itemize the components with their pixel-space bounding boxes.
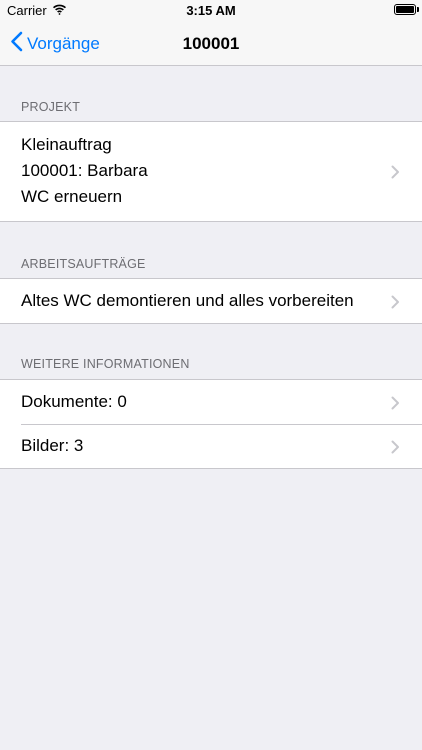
section-header-projekt: PROJEKT xyxy=(21,100,81,114)
project-description: WC erneuern xyxy=(21,187,123,206)
chevron-right-icon xyxy=(391,439,400,459)
status-bar: Carrier 3:15 AM xyxy=(0,0,422,22)
page-title: 100001 xyxy=(182,34,240,53)
chevron-right-icon xyxy=(391,294,400,314)
arbeitsauftraege-group: Altes WC demontieren und alles vorbereit… xyxy=(0,278,422,324)
section-header-arbeitsauftraege: ARBEITSAUFTRÄGE xyxy=(21,257,146,271)
images-item[interactable]: Bilder: 3 xyxy=(0,424,422,468)
navigation-bar: Vorgänge 100001 xyxy=(0,22,422,66)
chevron-right-icon xyxy=(391,164,400,184)
work-order-label: Altes WC demontieren und alles vorbereit… xyxy=(21,291,354,310)
images-label: Bilder: 3 xyxy=(21,436,84,455)
documents-item[interactable]: Dokumente: 0 xyxy=(0,380,422,424)
weitere-informationen-group: Dokumente: 0 Bilder: 3 xyxy=(0,379,422,469)
projekt-group: Kleinauftrag 100001: Barbara WC erneuern xyxy=(0,121,422,222)
battery-icon xyxy=(394,4,416,15)
project-cell[interactable]: Kleinauftrag 100001: Barbara WC erneuern xyxy=(0,122,422,220)
battery-fill xyxy=(396,6,414,13)
battery-tip xyxy=(417,7,419,12)
project-type: Kleinauftrag xyxy=(21,135,112,154)
section-header-weitere-informationen: WEITERE INFORMATIONEN xyxy=(21,357,190,371)
status-time: 3:15 AM xyxy=(186,3,236,18)
project-number-name: 100001: Barbara xyxy=(21,161,148,180)
chevron-right-icon xyxy=(391,395,400,415)
documents-label: Dokumente: 0 xyxy=(21,392,127,411)
work-order-item[interactable]: Altes WC demontieren und alles vorbereit… xyxy=(0,279,422,323)
